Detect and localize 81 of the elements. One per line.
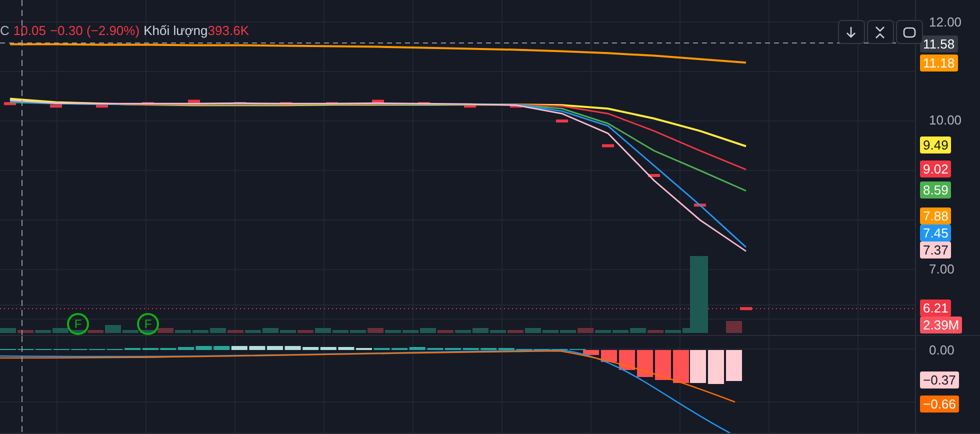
series-label: C	[0, 23, 10, 38]
volume-value: 393.6K	[208, 23, 249, 38]
histogram-bar	[726, 350, 742, 381]
histogram-bar	[690, 350, 706, 383]
histogram-bar	[673, 350, 689, 383]
volume-bar	[210, 328, 226, 333]
volume-bar	[578, 328, 594, 333]
volume-bar	[88, 330, 104, 333]
event-marker[interactable]: F	[67, 313, 89, 335]
volume-bar	[122, 330, 138, 333]
price-tag: −0.37	[920, 372, 959, 388]
histogram-bar	[637, 350, 653, 377]
histogram-bar	[655, 350, 671, 380]
volume-bar	[648, 330, 664, 333]
volume-bar	[455, 330, 471, 333]
price-tag: 2.39M	[920, 316, 962, 334]
volume-bar	[52, 328, 68, 333]
volume-bar	[280, 330, 296, 333]
volume-bar	[315, 328, 331, 333]
volume-bar	[350, 330, 366, 333]
price-tag: 7.88	[920, 208, 952, 224]
histogram-bar	[708, 350, 724, 384]
price-tag: 11.58	[920, 36, 958, 52]
volume-bar	[105, 325, 121, 333]
price-tag: −0.66	[920, 396, 959, 412]
price-tag: 9.49	[920, 136, 952, 154]
volume-bar	[262, 328, 278, 333]
histogram-bar	[601, 350, 617, 362]
scroll-down-button[interactable]	[838, 20, 865, 44]
volume-bar	[560, 330, 576, 333]
histogram-bar	[178, 347, 194, 350]
volume-bar	[192, 330, 208, 333]
volume-bar	[630, 328, 646, 333]
axis-tick-label: 10.00	[929, 112, 962, 128]
volume-bar	[490, 330, 506, 333]
event-marker[interactable]: F	[137, 313, 159, 335]
volume-bar	[18, 330, 34, 333]
price-tag: 8.59	[920, 182, 952, 198]
volume-bar	[245, 330, 261, 333]
volume-bar	[385, 330, 401, 333]
axis-tick-label: 0.00	[929, 342, 954, 358]
histogram-bar	[619, 350, 635, 370]
histogram-bar	[249, 346, 266, 350]
volume-bar	[332, 330, 348, 333]
volume-bar	[70, 330, 86, 333]
axis-tick-label: 7.00	[929, 262, 954, 276]
price-tag: 11.18	[920, 54, 958, 72]
fullscreen-button[interactable]	[896, 20, 923, 44]
volume-label: Khối lượng	[144, 23, 208, 38]
volume-bar	[175, 330, 191, 333]
volume-bar	[595, 330, 611, 333]
volume-bar	[665, 330, 681, 333]
histogram-bar	[196, 346, 212, 350]
price-tag: 6.21	[920, 300, 952, 316]
price-tag: 9.02	[920, 160, 952, 178]
volume-bar	[508, 330, 524, 333]
price-change: −0.30 (−2.90%)	[50, 23, 140, 38]
fullscreen-icon	[902, 24, 917, 40]
volume-bar	[525, 328, 541, 333]
volume-bar	[542, 330, 558, 333]
volume-bar	[438, 330, 454, 333]
volume-bar	[420, 328, 436, 333]
volume-bar	[726, 321, 742, 333]
volume-bar	[612, 330, 628, 333]
volume-bar	[140, 330, 156, 333]
price-tag: 7.45	[920, 224, 952, 242]
histogram-bar	[284, 346, 301, 350]
volume-bar	[158, 328, 174, 333]
axis-tick-label: 12.00	[929, 14, 962, 30]
price-tag: 7.37	[920, 242, 952, 258]
volume-bar	[35, 330, 51, 333]
volume-bar	[298, 330, 314, 333]
price-value: 10.05	[13, 23, 46, 38]
histogram-bar	[267, 346, 283, 350]
volume-bar	[368, 328, 384, 333]
histogram-bar	[338, 347, 354, 350]
volume-bar	[0, 328, 16, 333]
volume-bar	[402, 330, 418, 333]
collapse-button[interactable]	[867, 20, 894, 44]
volume-bar	[228, 330, 244, 333]
volume-bar	[472, 328, 488, 333]
